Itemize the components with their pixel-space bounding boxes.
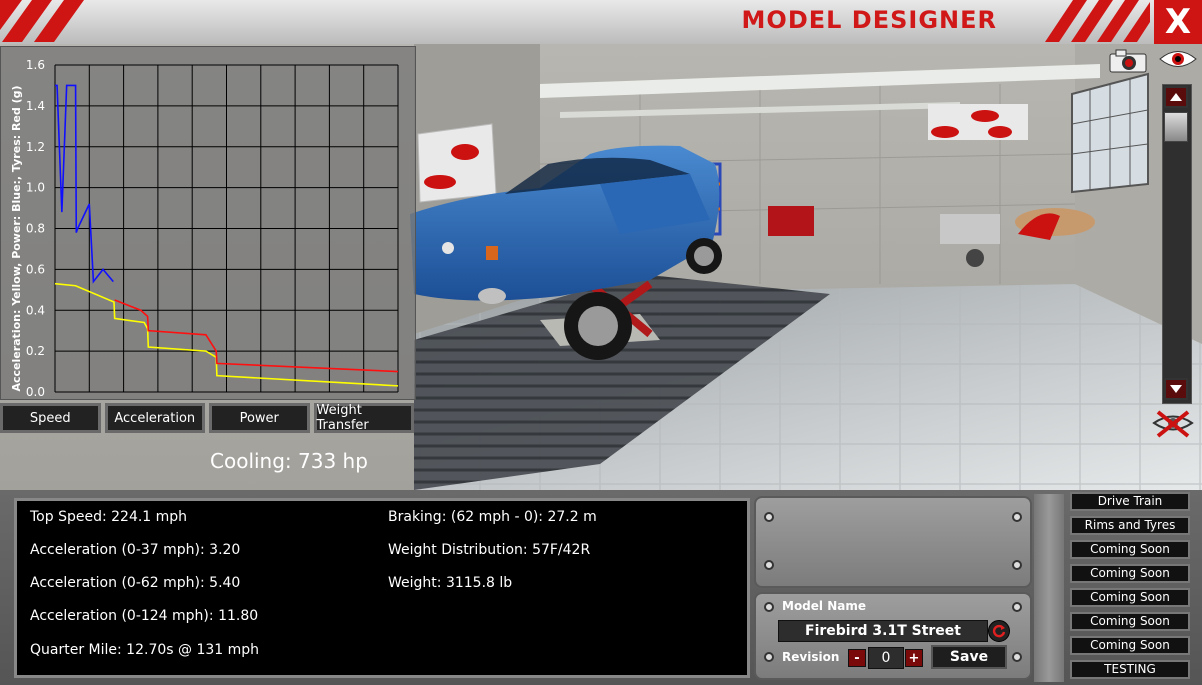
rivet — [764, 512, 774, 522]
stripes-decoration-right — [1045, 0, 1150, 42]
rivet — [764, 652, 774, 662]
chart-series-line-2 — [114, 299, 399, 373]
y-tick-label: 0.4 — [26, 303, 45, 317]
poster-left — [417, 123, 497, 203]
model-name-label: Model Name — [782, 599, 866, 613]
chevron-down-icon — [1170, 385, 1182, 393]
stripes-decoration-left — [0, 0, 84, 42]
y-tick-label: 1.2 — [26, 140, 45, 154]
save-button[interactable]: Save — [931, 645, 1007, 669]
stat-braking: Braking: (62 mph - 0): 27.2 m — [388, 509, 597, 525]
menu-coming-soon-5[interactable]: Coming Soon — [1070, 636, 1190, 655]
x-tick-label: 0 — [51, 397, 59, 399]
revision-increment-button[interactable]: + — [905, 649, 923, 667]
chevron-up-icon — [1170, 93, 1182, 101]
scroll-down-button[interactable] — [1164, 378, 1188, 400]
tab-speed[interactable]: Speed — [0, 403, 101, 433]
tab-power[interactable]: Power — [209, 403, 310, 433]
panel-divider — [1034, 494, 1064, 682]
title-bar: MODEL DESIGNER X — [0, 0, 1202, 48]
y-tick-label: 1.6 — [26, 58, 45, 72]
y-axis-label: Acceleration: Yellow, Power: Blue:, Tyre… — [10, 85, 23, 391]
scroll-up-button[interactable] — [1164, 86, 1188, 108]
eye-icon[interactable] — [1158, 46, 1198, 72]
stat-accel-37: Acceleration (0-37 mph): 3.20 — [30, 542, 241, 558]
scroll-thumb[interactable] — [1164, 112, 1188, 142]
chart-series-line-0 — [55, 84, 114, 284]
y-tick-label: 1.4 — [26, 99, 45, 113]
poster-center — [928, 104, 1028, 140]
menu-coming-soon-1[interactable]: Coming Soon — [1070, 540, 1190, 559]
revision-value: 0 — [868, 647, 904, 669]
rivet — [1012, 602, 1022, 612]
stat-top-speed: Top Speed: 224.1 mph — [30, 509, 188, 525]
menu-coming-soon-2[interactable]: Coming Soon — [1070, 564, 1190, 583]
menu-coming-soon-3[interactable]: Coming Soon — [1070, 588, 1190, 607]
cooling-readout: Cooling: 733 hp — [210, 449, 368, 473]
randomize-name-button[interactable] — [988, 620, 1010, 642]
stat-quarter-mile: Quarter Mile: 12.70s @ 131 mph — [30, 642, 260, 658]
garage-window — [1071, 72, 1149, 194]
x-tick-label: 10 — [116, 397, 131, 399]
stat-accel-62: Acceleration (0-62 mph): 5.40 — [30, 575, 241, 591]
y-tick-label: 0.6 — [26, 262, 45, 276]
stat-weight: Weight: 3115.8 lb — [388, 575, 513, 591]
performance-chart: 010203040500.00.20.40.60.81.01.21.41.6Ti… — [10, 58, 406, 399]
performance-chart-panel: 010203040500.00.20.40.60.81.01.21.41.6Ti… — [0, 46, 416, 400]
y-tick-label: 1.0 — [26, 181, 45, 195]
stat-accel-124: Acceleration (0-124 mph): 11.80 — [30, 608, 259, 624]
model-name-field[interactable]: Firebird 3.1T Street — [778, 620, 988, 642]
menu-coming-soon-4[interactable]: Coming Soon — [1070, 612, 1190, 631]
y-tick-label: 0.0 — [26, 385, 45, 399]
x-tick-label: 30 — [253, 397, 268, 399]
metal-plate-upper — [754, 496, 1032, 588]
y-tick-label: 0.8 — [26, 222, 45, 236]
rivet — [1012, 512, 1022, 522]
x-tick-label: 20 — [185, 397, 200, 399]
refresh-icon — [992, 624, 1006, 638]
hide-view-icon[interactable] — [1152, 408, 1194, 438]
revision-label: Revision — [782, 650, 840, 664]
x-tick-label: 50 — [390, 397, 405, 399]
stat-weight-distribution: Weight Distribution: 57F/42R — [388, 542, 591, 558]
menu-rims-and-tyres[interactable]: Rims and Tyres — [1070, 516, 1190, 535]
rivet — [764, 560, 774, 570]
menu-drive-train[interactable]: Drive Train — [1070, 492, 1190, 511]
rivet — [764, 602, 774, 612]
menu-testing[interactable]: TESTING — [1070, 660, 1190, 679]
rivet — [1012, 652, 1022, 662]
tab-weight-transfer[interactable]: Weight Transfer — [313, 403, 414, 433]
camera-icon[interactable] — [1108, 48, 1148, 74]
x-tick-label: 40 — [322, 397, 337, 399]
close-button[interactable]: X — [1154, 0, 1202, 44]
window-title: MODEL DESIGNER — [741, 6, 997, 34]
rivet — [1012, 560, 1022, 570]
chart-tab-bar: Speed Acceleration Power Weight Transfer — [0, 400, 414, 438]
y-tick-label: 0.2 — [26, 344, 45, 358]
tab-acceleration[interactable]: Acceleration — [104, 403, 205, 433]
revision-decrement-button[interactable]: - — [848, 649, 866, 667]
